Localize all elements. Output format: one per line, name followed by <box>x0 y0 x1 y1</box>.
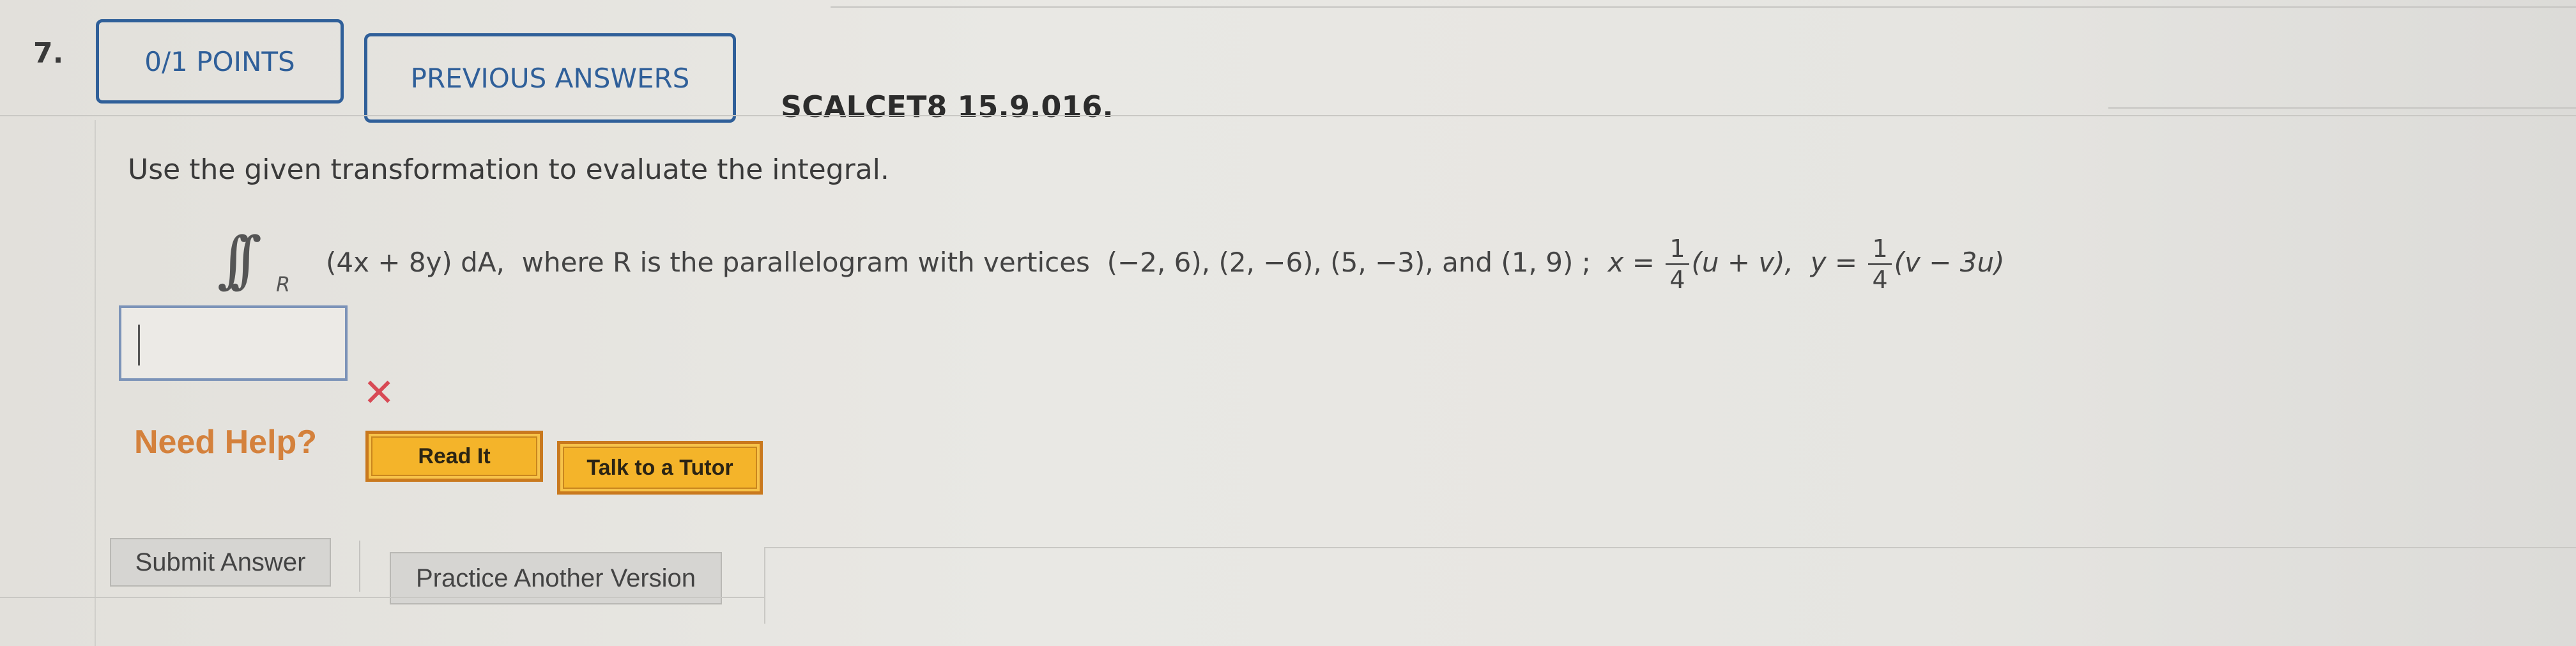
double-integral-symbol: ∫∫ <box>217 224 262 295</box>
question-number: 7. <box>33 37 64 70</box>
integrand-line: (4x + 8y) dA, where R is the parallelogr… <box>326 236 2005 292</box>
need-help-label: Need Help? <box>134 424 318 461</box>
answer-input[interactable] <box>119 305 348 381</box>
divider <box>831 6 2576 8</box>
x-fraction-denominator: 4 <box>1669 266 1685 294</box>
talk-to-tutor-button[interactable]: Talk to a Tutor <box>557 441 763 495</box>
previous-answers-button[interactable]: PREVIOUS ANSWERS <box>364 33 736 123</box>
webassign-question-page: 7. 0/1 POINTS PREVIOUS ANSWERS SCALCET8 … <box>0 0 2576 646</box>
y-fraction-denominator: 4 <box>1872 266 1888 294</box>
region-description: where R is the parallelogram with vertic… <box>521 247 1090 278</box>
question-code: SCALCET8 15.9.016. <box>781 89 1114 124</box>
question-prompt: Use the given transformation to evaluate… <box>128 153 889 186</box>
x-equation-rhs: (u + v), <box>1691 247 1794 278</box>
x-fraction-numerator: 1 <box>1666 236 1689 265</box>
read-it-button[interactable]: Read It <box>365 431 543 482</box>
y-fraction-numerator: 1 <box>1868 236 1892 265</box>
incorrect-x-icon: ✕ <box>363 371 395 415</box>
integral-expression: ∫∫ R (4x + 8y) dA, where R is the parall… <box>217 224 2517 313</box>
x-fraction: 1 4 <box>1666 236 1689 292</box>
y-fraction: 1 4 <box>1868 236 1892 294</box>
footer-panel <box>764 547 2576 624</box>
submit-answer-button[interactable]: Submit Answer <box>110 538 331 587</box>
divider <box>0 597 764 598</box>
divider <box>2108 107 2576 109</box>
vertices: (−2, 6), (2, −6), (5, −3), and (1, 9) ; <box>1107 247 1591 278</box>
text-cursor <box>138 325 140 365</box>
x-equation-lhs: x = <box>1607 247 1655 278</box>
integrand: (4x + 8y) dA, <box>326 247 505 278</box>
divider <box>0 115 2576 116</box>
region-subscript: R <box>276 272 291 296</box>
y-equation-rhs: (v − 3u) <box>1894 247 2005 278</box>
button-separator <box>359 541 360 592</box>
points-badge: 0/1 POINTS <box>96 19 344 104</box>
y-equation-lhs: y = <box>1810 247 1858 278</box>
